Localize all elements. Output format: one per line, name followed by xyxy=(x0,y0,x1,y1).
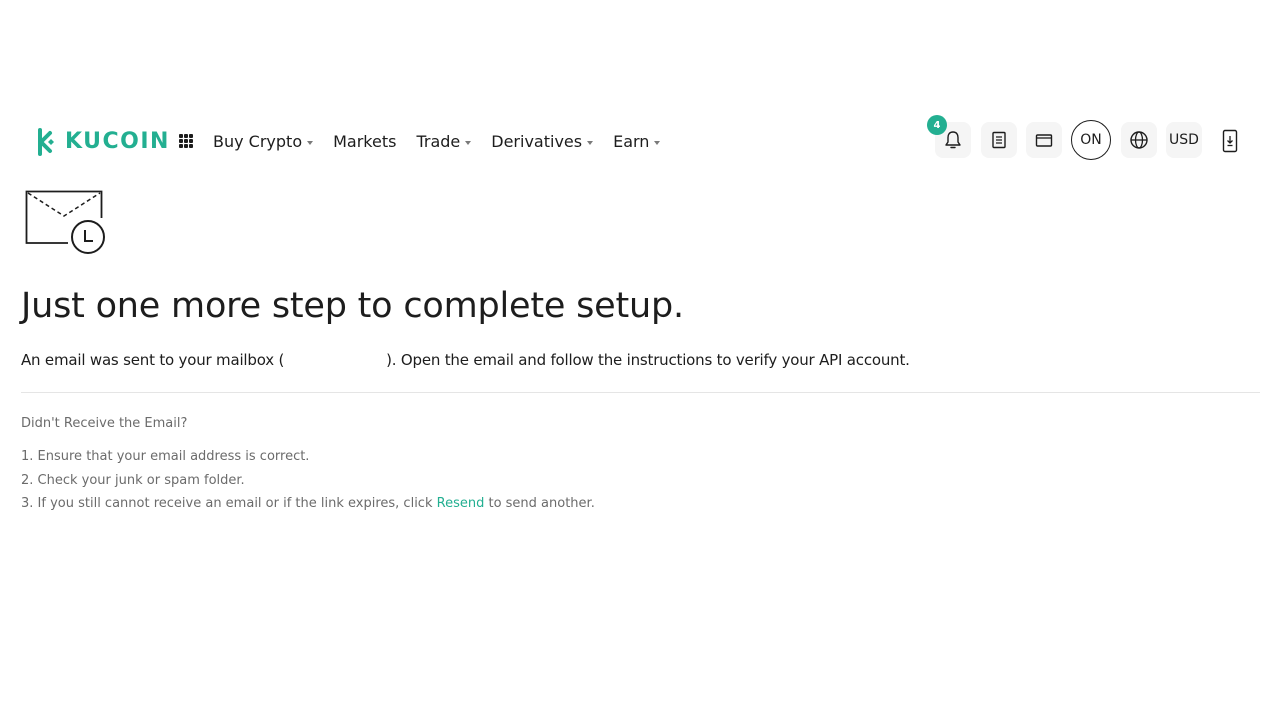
description-suffix: ). Open the email and follow the instruc… xyxy=(386,351,910,369)
orders-button[interactable] xyxy=(981,122,1017,158)
help-step-1: 1. Ensure that your email address is cor… xyxy=(21,449,310,464)
nav-buy-crypto-label: Buy Crypto xyxy=(213,132,303,151)
help-title: Didn't Receive the Email? xyxy=(21,416,188,431)
user-initials: ON xyxy=(1080,132,1102,148)
phone-download-icon xyxy=(1222,129,1238,153)
apps-grid-icon[interactable] xyxy=(179,134,193,148)
nav-derivatives[interactable]: Derivatives xyxy=(491,130,594,154)
caret-down-icon xyxy=(654,141,661,145)
nav-earn[interactable]: Earn xyxy=(613,130,661,154)
verification-description: An email was sent to your mailbox ( ). Op… xyxy=(21,349,910,371)
help-step-3: 3. If you still cannot receive an email … xyxy=(21,494,595,514)
nav-markets-label: Markets xyxy=(333,132,397,151)
main-nav: Buy Crypto Markets Trade Derivatives Ear… xyxy=(213,130,680,154)
caret-down-icon xyxy=(587,141,594,145)
help-step-3-suffix: to send another. xyxy=(484,496,595,511)
assets-button[interactable] xyxy=(1026,122,1062,158)
nav-derivatives-label: Derivatives xyxy=(491,132,583,151)
nav-trade[interactable]: Trade xyxy=(416,130,472,154)
description-prefix: An email was sent to your mailbox ( xyxy=(21,351,285,369)
currency-button[interactable]: USD xyxy=(1166,122,1202,158)
help-step-2: 2. Check your junk or spam folder. xyxy=(21,472,245,488)
download-app-button[interactable] xyxy=(1218,128,1242,154)
user-avatar-button[interactable]: ON xyxy=(1071,120,1111,160)
wallet-icon xyxy=(1035,134,1053,147)
top-navbar: KUCOIN Buy Crypto Markets Trade Derivati… xyxy=(0,115,1280,166)
kucoin-logo-icon xyxy=(38,128,54,156)
resend-link[interactable]: Resend xyxy=(437,496,485,511)
caret-down-icon xyxy=(307,141,314,145)
help-steps-list: 1. Ensure that your email address is cor… xyxy=(21,447,595,518)
logo-text: KUCOIN xyxy=(65,129,170,154)
nav-markets[interactable]: Markets xyxy=(333,130,396,154)
bell-icon xyxy=(945,131,961,149)
globe-icon xyxy=(1130,131,1148,149)
nav-earn-label: Earn xyxy=(613,132,650,151)
caret-down-icon xyxy=(465,141,472,145)
envelope-clock-icon xyxy=(24,188,110,258)
nav-trade-label: Trade xyxy=(416,132,461,151)
masked-email xyxy=(284,353,387,368)
kucoin-logo[interactable]: KUCOIN xyxy=(31,128,170,156)
notification-count-badge: 4 xyxy=(927,115,947,135)
nav-buy-crypto[interactable]: Buy Crypto xyxy=(213,130,314,154)
page-title: Just one more step to complete setup. xyxy=(21,286,684,326)
currency-label: USD xyxy=(1169,132,1199,148)
document-icon xyxy=(992,131,1006,149)
help-step-3-prefix: 3. If you still cannot receive an email … xyxy=(21,496,437,511)
divider xyxy=(21,392,1260,393)
language-button[interactable] xyxy=(1121,122,1157,158)
